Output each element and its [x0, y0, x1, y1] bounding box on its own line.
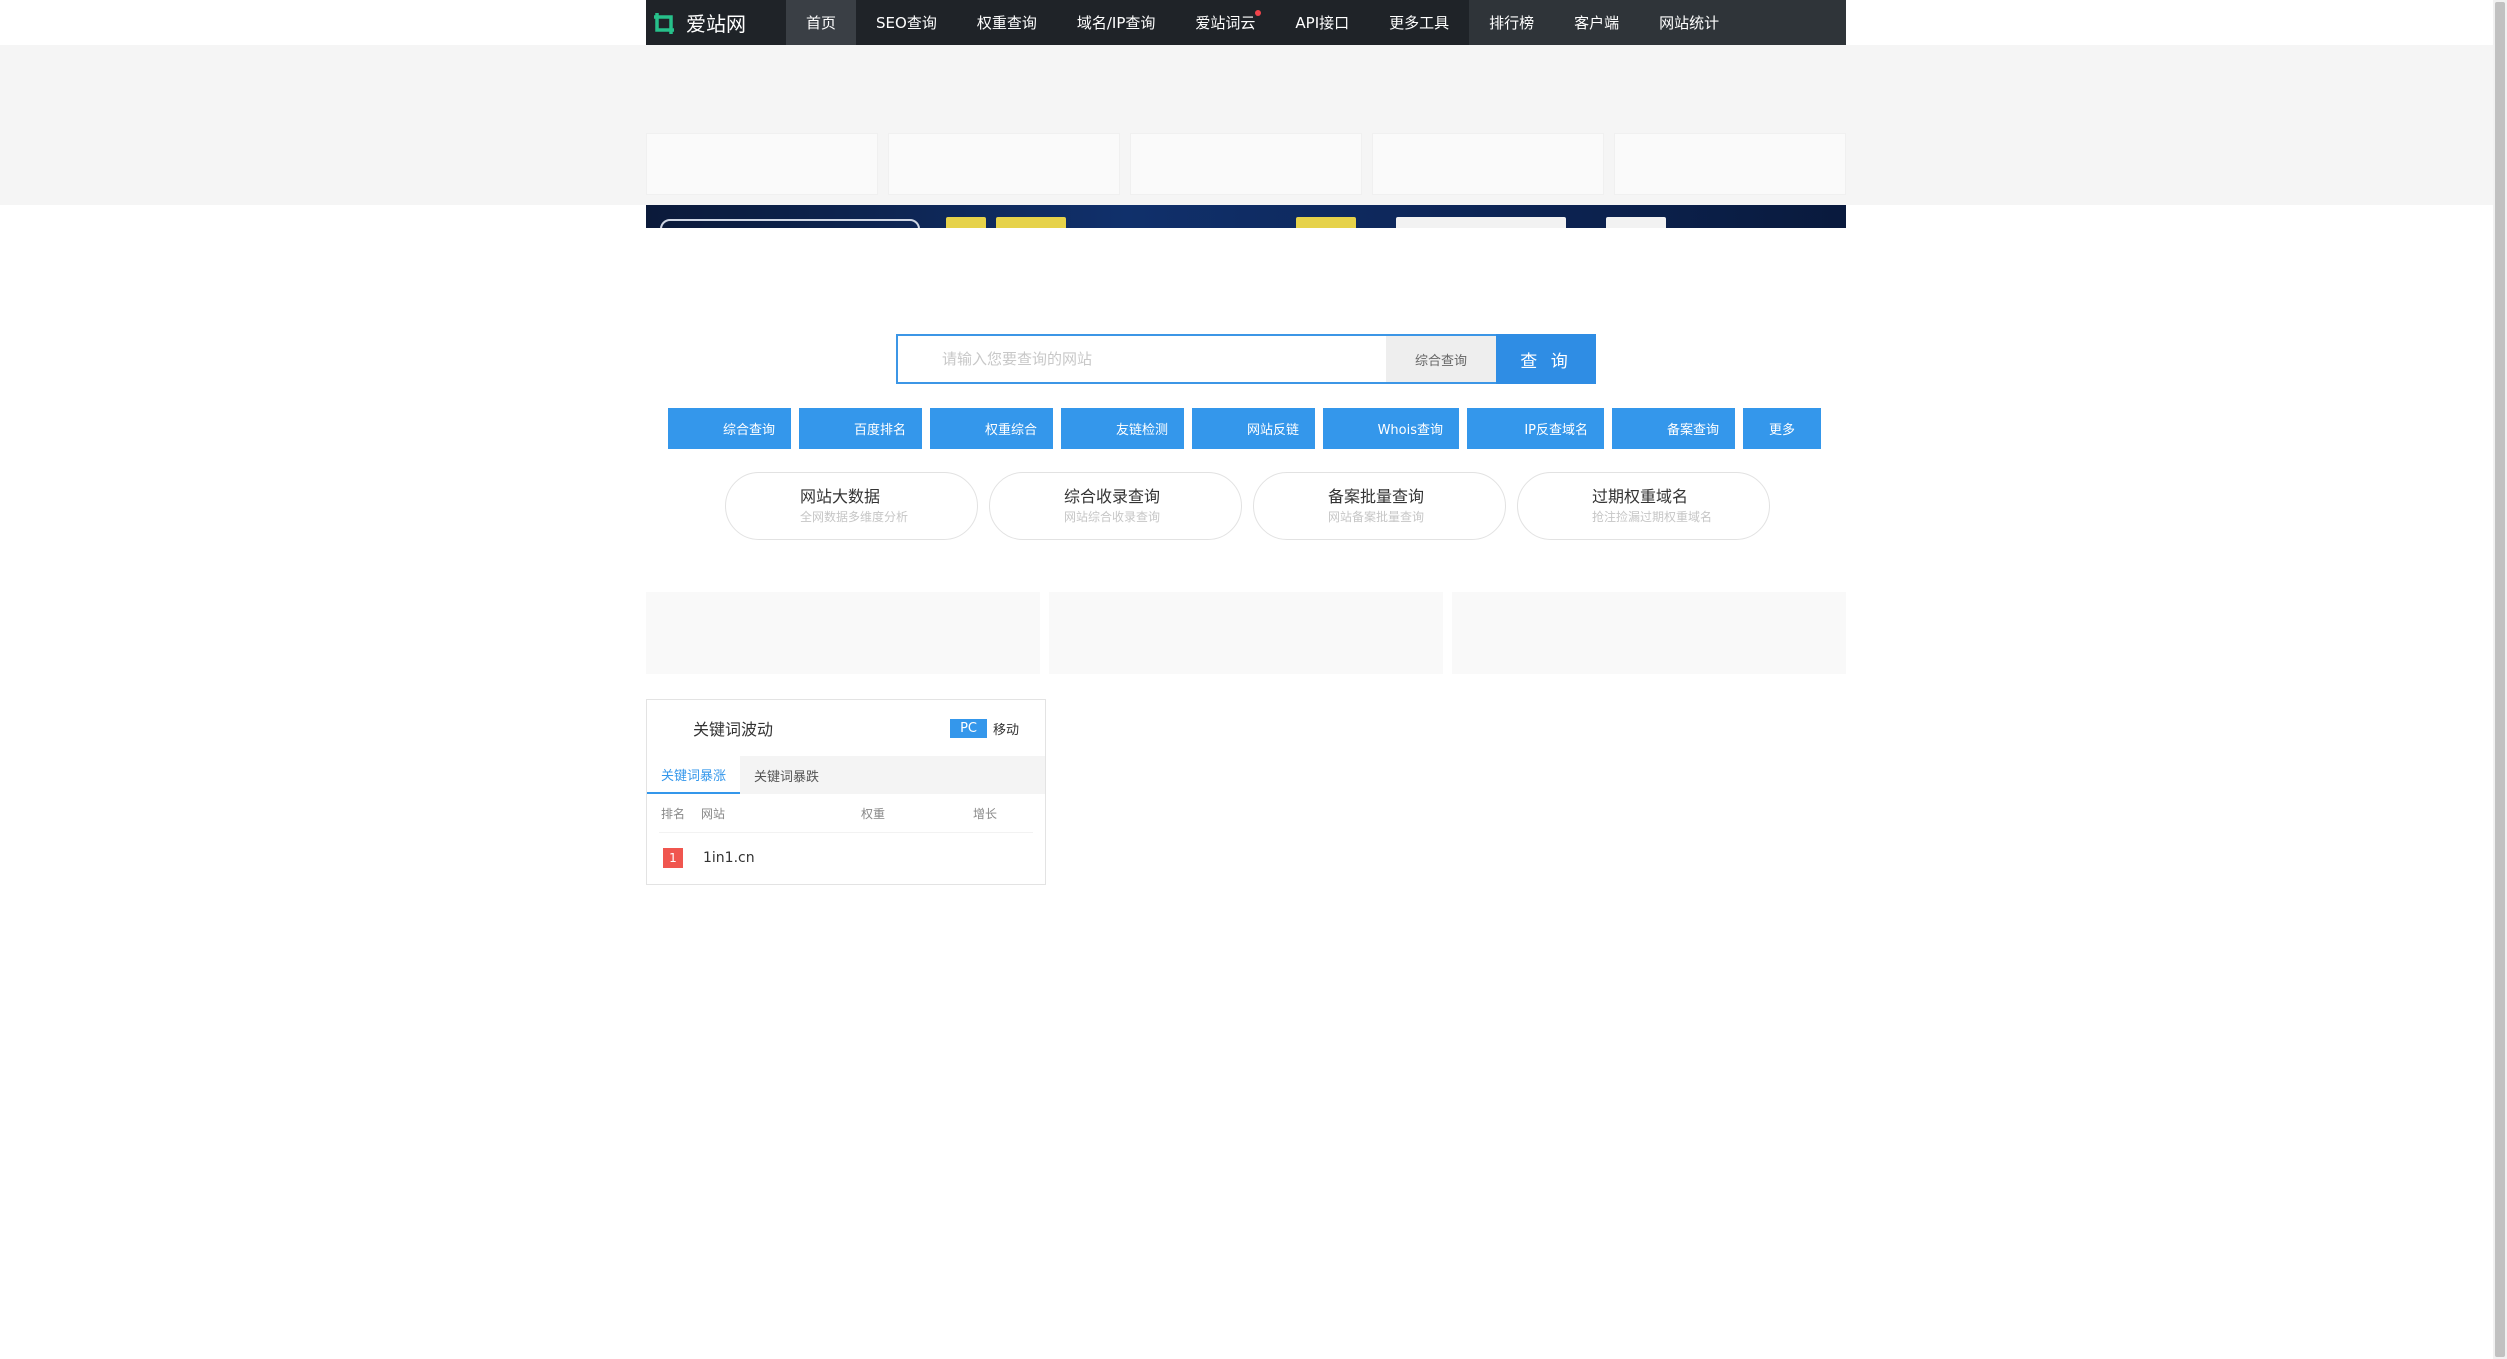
panel-title: 关键词波动	[693, 720, 774, 739]
promo-banner[interactable]	[646, 205, 1846, 228]
nav-item-client[interactable]: 客户端	[1554, 0, 1640, 45]
quick-btn-friendlink[interactable]: 友链检测	[1061, 408, 1184, 449]
switch-pc[interactable]: PC	[950, 718, 987, 738]
feature-cards: 网站大数据 全网数据多维度分析 综合收录查询 网站综合收录查询 备案批量查询 网…	[725, 472, 1770, 540]
nav-item-stats[interactable]: 网站统计	[1639, 0, 1740, 45]
device-switch: PC 移动	[950, 717, 1025, 740]
feature-card[interactable]: 网站大数据 全网数据多维度分析	[725, 472, 978, 540]
banner-graphic	[1396, 217, 1566, 228]
banner-graphic	[1606, 217, 1666, 228]
logo-icon	[654, 12, 674, 34]
banner-graphic	[660, 219, 920, 228]
nav-item-ranking[interactable]: 排行榜	[1469, 0, 1555, 45]
placeholder-block	[646, 592, 1040, 674]
column-weight: 权重	[861, 806, 886, 821]
ad-slot[interactable]	[1372, 133, 1604, 195]
table-row: 1 1in1.cn	[659, 832, 1033, 882]
search-bar: 综合查询 查 询	[896, 334, 1596, 384]
nav-item-home[interactable]: 首页	[786, 0, 857, 45]
logo-text: 爱站网	[686, 12, 746, 36]
nav-item-weight[interactable]: 权重查询	[957, 0, 1057, 45]
nav-item-more-tools[interactable]: 更多工具	[1369, 0, 1469, 45]
search-type-select[interactable]: 综合查询	[1386, 334, 1496, 384]
column-rank: 排名	[661, 806, 686, 821]
feature-card-subtitle: 网站备案批量查询	[1328, 510, 1425, 524]
search-button[interactable]: 查 询	[1496, 334, 1596, 384]
quick-btn-weight[interactable]: 权重综合	[930, 408, 1053, 449]
site-logo[interactable]: 爱站网	[646, 0, 786, 45]
feature-card[interactable]: 综合收录查询 网站综合收录查询	[989, 472, 1242, 540]
banner-graphic	[946, 217, 986, 228]
nav-item-seo[interactable]: SEO查询	[856, 0, 957, 45]
banner-graphic	[996, 217, 1066, 228]
ad-slot[interactable]	[1130, 133, 1362, 195]
keyword-fluctuation-panel: 关键词波动 PC 移动 关键词暴涨 关键词暴跌 排名 网站 权重 增长 1 1i…	[646, 699, 1046, 885]
search-input[interactable]	[896, 334, 1386, 384]
nav-item-wordcloud[interactable]: 爱站词云	[1175, 0, 1275, 45]
ad-slot[interactable]	[1614, 133, 1846, 195]
nav-item-wordcloud-label: 爱站词云	[1195, 14, 1256, 32]
feature-card-title: 备案批量查询	[1328, 487, 1425, 506]
banner-graphic	[1296, 217, 1356, 228]
quick-btn-baidu-rank[interactable]: 百度排名	[799, 408, 922, 449]
feature-card-subtitle: 抢注捡漏过期权重域名	[1592, 510, 1713, 524]
placeholder-block	[1452, 592, 1846, 674]
nav-filler	[1739, 0, 1846, 45]
quick-btn-whois[interactable]: Whois查询	[1323, 408, 1459, 449]
placeholder-block	[1049, 592, 1443, 674]
quick-btn-backlink[interactable]: 网站反链	[1192, 408, 1315, 449]
column-site: 网站	[701, 806, 726, 821]
column-growth: 增长	[973, 806, 998, 821]
feature-card-title: 过期权重域名	[1592, 487, 1689, 506]
quick-btn-icp[interactable]: 备案查询	[1612, 408, 1735, 449]
content-placeholders	[646, 592, 1846, 674]
feature-card-subtitle: 全网数据多维度分析	[800, 510, 909, 524]
quick-tools: 综合查询 百度排名 权重综合 友链检测 网站反链 Whois查询 IP反查域名 …	[668, 408, 1821, 449]
main-nav: 爱站网 首页 SEO查询 权重查询 域名/IP查询 爱站词云 API接口 更多工…	[646, 0, 1846, 45]
quick-btn-overview[interactable]: 综合查询	[668, 408, 791, 449]
feature-card-subtitle: 网站综合收录查询	[1064, 510, 1161, 524]
feature-card-title: 网站大数据	[800, 487, 881, 506]
ad-slots	[646, 133, 1846, 195]
switch-mobile[interactable]: 移动	[987, 717, 1025, 740]
ad-slot[interactable]	[646, 133, 878, 195]
nav-menu: 首页 SEO查询 权重查询 域名/IP查询 爱站词云 API接口 更多工具 排行…	[786, 0, 1740, 45]
quick-btn-more[interactable]: 更多	[1743, 408, 1821, 449]
tab-keyword-surge[interactable]: 关键词暴涨	[647, 756, 741, 794]
scrollbar-thumb[interactable]	[2495, 2, 2505, 1357]
quick-btn-ip-reverse[interactable]: IP反查域名	[1467, 408, 1604, 449]
tab-keyword-drop[interactable]: 关键词暴跌	[740, 756, 833, 794]
nav-item-domain-ip[interactable]: 域名/IP查询	[1057, 0, 1176, 45]
nav-item-api[interactable]: API接口	[1275, 0, 1369, 45]
rank-badge: 1	[663, 847, 683, 868]
new-badge-dot	[1255, 10, 1262, 16]
feature-card[interactable]: 备案批量查询 网站备案批量查询	[1253, 472, 1506, 540]
feature-card[interactable]: 过期权重域名 抢注捡漏过期权重域名	[1517, 472, 1770, 540]
row-site-link[interactable]: 1in1.cn	[703, 850, 755, 866]
table-header: 排名 网站 权重 增长	[647, 794, 1045, 832]
panel-tabs: 关键词暴涨 关键词暴跌	[647, 756, 1045, 794]
panel-header: 关键词波动 PC 移动	[647, 700, 1045, 756]
ad-slot[interactable]	[888, 133, 1120, 195]
feature-card-title: 综合收录查询	[1064, 487, 1161, 506]
